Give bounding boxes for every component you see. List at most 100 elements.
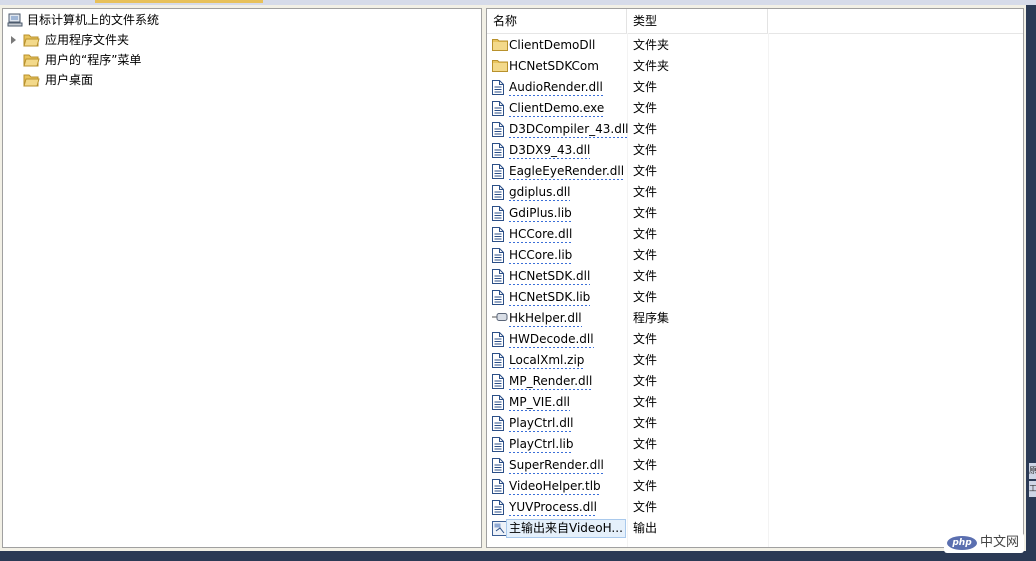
file-list-view[interactable]: 名称 类型 ClientDemoDll 文件夹 HCNetSDKCom 文件夹 Audi… [486,8,1024,548]
side-tab[interactable]: 原 [1029,463,1036,479]
file-type: 文件 [633,479,658,493]
file-row[interactable]: PlayCtrl.dll 文件 [487,413,1023,434]
file-row[interactable]: HkHelper.dll 程序集 [487,308,1023,329]
tree-item-label: 用户的“程序”菜单 [45,53,142,67]
file-row[interactable]: AudioRender.dll 文件 [487,77,1023,98]
file-name: MP_VIE.dll [509,394,571,411]
column-header-name[interactable]: 名称 [487,9,627,33]
file-icon [492,500,504,518]
folder-icon [23,72,40,93]
watermark: php 中文网 [944,533,1024,553]
file-type: 文件 [633,353,658,367]
file-row[interactable]: D3DCompiler_43.dll 文件 [487,119,1023,140]
file-row[interactable]: GdiPlus.lib 文件 [487,203,1023,224]
file-name: YUVProcess.dll [509,499,597,516]
file-row[interactable]: EagleEyeRender.dll 文件 [487,161,1023,182]
file-icon [492,101,504,119]
file-row[interactable]: MP_VIE.dll 文件 [487,392,1023,413]
file-row[interactable]: gdiplus.dll 文件 [487,182,1023,203]
file-icon [492,290,504,308]
file-name: HCNetSDKCom [509,59,599,73]
file-type: 文件 [633,458,658,472]
file-icon [492,353,504,371]
file-type: 文件 [633,437,658,451]
file-name: ClientDemoDll [509,38,596,52]
file-icon [492,395,504,413]
file-name: HCNetSDK.lib [509,289,591,306]
file-name: VideoHelper.tlb [509,478,601,495]
file-type: 文件 [633,416,658,430]
tree-item-label: 应用程序文件夹 [45,33,130,47]
file-name: MP_Render.dll [509,373,593,390]
file-icon [492,227,504,245]
file-row[interactable]: VideoHelper.tlb 文件 [487,476,1023,497]
file-type: 文件 [633,332,658,346]
file-name: AudioRender.dll [509,79,603,96]
file-row[interactable]: ClientDemoDll 文件夹 [487,35,1023,56]
file-name: HkHelper.dll [509,310,582,327]
file-type: 文件 [633,290,658,304]
file-icon [492,374,504,392]
folder-icon [23,32,40,53]
file-icon [492,479,504,497]
assembly-icon [492,311,508,326]
column-header-type[interactable]: 类型 [627,9,768,33]
file-name: LocalXml.zip [509,352,585,369]
file-type: 程序集 [633,311,670,325]
file-name: HCCore.dll [509,226,573,243]
file-row[interactable]: ClientDemo.exe 文件 [487,98,1023,119]
active-tab-indicator [95,0,263,3]
file-icon [492,248,504,266]
folder-icon [492,38,508,54]
file-type: 文件 [633,374,658,388]
side-tab[interactable]: 工 [1029,481,1036,497]
output-icon [492,521,507,539]
file-row[interactable]: PlayCtrl.lib 文件 [487,434,1023,455]
file-type: 文件 [633,185,658,199]
file-icon [492,164,504,182]
file-row[interactable]: HCNetSDK.dll 文件 [487,266,1023,287]
file-row[interactable]: HCNetSDKCom 文件夹 [487,56,1023,77]
file-type: 文件 [633,227,658,241]
file-type: 文件夹 [633,38,670,52]
file-type: 文件 [633,101,658,115]
file-type: 文件 [633,269,658,283]
file-icon [492,122,504,140]
file-type: 文件 [633,395,658,409]
file-name: HCCore.lib [509,247,573,264]
file-name: D3DX9_43.dll [509,142,591,159]
file-type: 文件 [633,164,658,178]
expand-arrow-icon[interactable] [11,36,16,44]
file-icon [492,332,504,350]
php-logo: php [947,536,977,550]
file-type: 文件 [633,248,658,262]
file-row[interactable]: HCNetSDK.lib 文件 [487,287,1023,308]
file-row[interactable]: D3DX9_43.dll 文件 [487,140,1023,161]
file-name: GdiPlus.lib [509,205,572,222]
file-type: 文件 [633,206,658,220]
file-name: 主输出来自VideoH... [506,519,626,538]
file-row[interactable]: HCCore.lib 文件 [487,245,1023,266]
file-name: HCNetSDK.dll [509,268,591,285]
tree-item-label: 用户桌面 [45,73,94,87]
file-type: 文件 [633,500,658,514]
file-icon [492,458,504,476]
file-name: HWDecode.dll [509,331,594,348]
file-row[interactable]: HCCore.dll 文件 [487,224,1023,245]
file-row[interactable]: YUVProcess.dll 文件 [487,497,1023,518]
file-system-tree[interactable]: 目标计算机上的文件系统 应用程序文件夹 用户的“程序”菜单 用户桌面 [2,8,482,548]
file-name: PlayCtrl.dll [509,415,574,432]
file-icon [492,206,504,224]
file-name: PlayCtrl.lib [509,436,574,453]
file-row[interactable]: SuperRender.dll 文件 [487,455,1023,476]
file-icon [492,80,504,98]
file-row[interactable]: HWDecode.dll 文件 [487,329,1023,350]
file-name: gdiplus.dll [509,184,571,201]
file-row[interactable]: LocalXml.zip 文件 [487,350,1023,371]
file-icon [492,269,504,287]
file-type: 文件 [633,143,658,157]
right-edge-strip: 原 工 [1026,5,1036,561]
file-row[interactable]: MP_Render.dll 文件 [487,371,1023,392]
file-type: 文件夹 [633,59,670,73]
computer-icon [7,12,23,34]
